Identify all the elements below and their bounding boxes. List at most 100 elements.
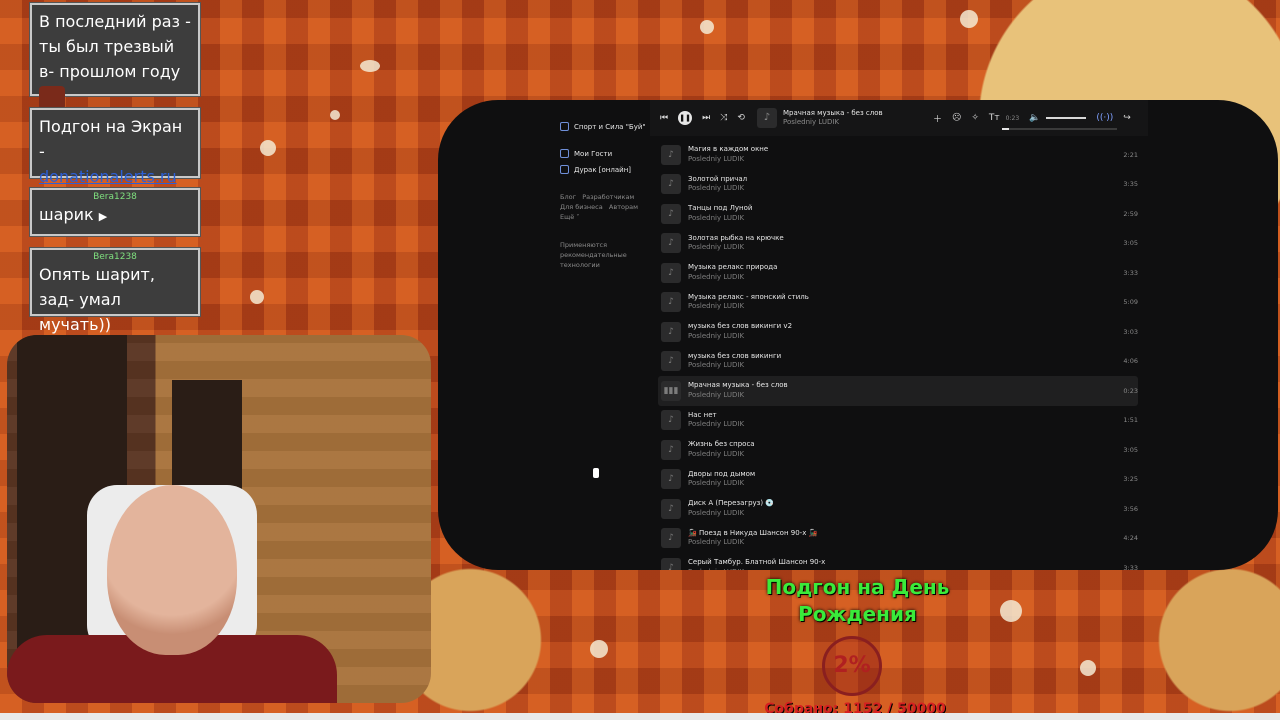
music-note-icon[interactable]: ♪ [661, 557, 681, 570]
track-info: Танцы под Луной Posledniy LUDIK [688, 204, 752, 223]
share-icon[interactable]: ↪ [1123, 113, 1131, 123]
track-title: музыка без слов викинги v2 [688, 322, 793, 331]
volume-slider[interactable] [1046, 117, 1087, 119]
track-row[interactable]: ♪ Серый Тамбур. Блатной Шансон 90-хPosled… [658, 553, 1138, 570]
track-artist: Posledniy LUDIK [688, 508, 745, 517]
track-row[interactable]: ♪ Танцы под Луной Posledniy LUDIK 2:59 [658, 199, 1138, 229]
track-row[interactable]: ♪ Дворы под дымом Posledniy LUDIK 3:25 [658, 465, 1138, 495]
chat-text: В последний раз - ты был трезвый в- прош… [39, 12, 191, 81]
sidebar: Спорт и Сила "Буй" Мои Гости Дурак [онла… [550, 100, 648, 570]
playing-bars-icon[interactable]: ▮▮▮ [661, 380, 681, 401]
music-note-icon[interactable]: ♪ [661, 144, 681, 165]
track-title: 🚂 Поезд в Никуда Шансон 90-х 🚂 [688, 528, 818, 537]
track-title: Жизнь без спроса [688, 440, 755, 449]
track-duration: 3:56 [1123, 504, 1138, 513]
chat-text: Опять шарит, зад- умал мучать)) [39, 265, 155, 334]
music-note-icon[interactable]: ♪ [661, 528, 681, 549]
track-row[interactable]: ♪ музыка без слов викинги Posledniy LUDIK 4… [658, 347, 1138, 377]
music-note-icon[interactable]: ♪ [661, 439, 681, 460]
music-note-icon[interactable]: ♪ [661, 498, 681, 519]
track-title: Танцы под Луной [688, 204, 753, 213]
chat-text: Подгон на Экран - [39, 117, 183, 161]
track-row[interactable]: ♪ 🚂 Поезд в Никуда Шансон 90-х 🚂 Posledniy… [658, 524, 1138, 554]
donation-progress-ring: 2% [822, 636, 882, 696]
track-duration: 3:35 [1123, 180, 1138, 189]
track-row[interactable]: ♪ Музыка релакс - японский стиль Posledniy… [658, 288, 1138, 318]
track-title: Магия в каждом окне [688, 145, 769, 154]
track-artist: Posledniy LUDIK [688, 568, 825, 570]
track-artist: Posledniy LUDIK [688, 449, 745, 458]
sidebar-item-label: Спорт и Сила "Буй" [574, 122, 646, 131]
chat-message: В последний раз - ты был трезвый в- прош… [30, 3, 200, 110]
now-playing-info[interactable]: Мрачная музыка - без слов Posledniy LUDI… [783, 109, 903, 127]
add-icon[interactable]: ＋ [933, 112, 942, 125]
track-info: Магия в каждом окне Posledniy LUDIK [688, 145, 768, 164]
music-note-icon[interactable]: ♪ [661, 174, 681, 195]
donation-link[interactable]: donationalerts.ru [39, 167, 177, 186]
track-info: Диск А (Перезагруз) 💿 Posledniy LUDIK [688, 499, 774, 518]
track-row[interactable]: ♪ Музыка релакс природа Posledniy LUDIK 3:3… [658, 258, 1138, 288]
shuffle-icon[interactable]: ⤨ [720, 113, 727, 123]
track-artist: Posledniy LUDIK [688, 184, 745, 193]
music-note-icon[interactable]: ♪ [661, 292, 681, 313]
track-artist: Posledniy LUDIK [688, 390, 745, 399]
prev-track-icon[interactable]: ⏮ [660, 113, 668, 123]
track-row[interactable]: ♪ Магия в каждом окне Posledniy LUDIK 2:21 [658, 140, 1138, 170]
music-note-icon[interactable]: ♪ [661, 262, 681, 283]
track-duration: 4:06 [1123, 357, 1138, 366]
track-title: Музыка релакс - японский стиль [688, 292, 809, 301]
music-note-icon[interactable]: ♪ [661, 410, 681, 431]
music-note-icon[interactable]: ♪ [661, 233, 681, 254]
sidebar-item-label: Мои Гости [574, 149, 613, 158]
track-title: Музыка релакс природа [688, 263, 778, 272]
track-info: музыка без слов викинги Posledniy LUDIK [688, 352, 781, 371]
footer-link[interactable]: Авторам [609, 203, 638, 211]
chat-message: Подгон на Экран - donationalerts.ru [30, 108, 200, 186]
now-playing-artist: Posledniy LUDIK [782, 118, 840, 126]
chat-text: шарик [39, 205, 94, 224]
track-row[interactable]: ♪ Нас нет Posledniy LUDIK 1:51 [658, 406, 1138, 436]
next-track-icon[interactable]: ⏭ [702, 113, 710, 123]
track-row[interactable]: ♪ Золотой причал Posledniy LUDIK 3:35 [658, 170, 1138, 200]
sidebar-item-guests[interactable]: Мои Гости [560, 149, 612, 158]
track-info: Золотой причал Posledniy LUDIK [688, 175, 747, 194]
track-duration: 3:05 [1123, 445, 1138, 454]
music-note-icon[interactable]: ♪ [661, 203, 681, 224]
track-info: Мрачная музыка - без слов Posledniy LUDIK [688, 381, 788, 400]
mouse-cursor [593, 468, 599, 478]
music-note-icon[interactable]: ♪ [661, 321, 681, 342]
dislike-icon[interactable]: ☹ [952, 113, 961, 123]
track-artist: Posledniy LUDIK [688, 361, 745, 370]
footer-link[interactable]: Разработчикам [582, 193, 634, 201]
footer-link[interactable]: Для бизнеса [560, 203, 603, 211]
track-row[interactable]: ♪ Диск А (Перезагруз) 💿 Posledniy LUDIK 3:5… [658, 494, 1138, 524]
sidebar-item-community[interactable]: Спорт и Сила "Буй" [560, 122, 646, 131]
recommendation-note: Применяются рекомендательные технологии [560, 241, 627, 269]
track-duration: 3:25 [1123, 475, 1138, 484]
track-duration: 3:05 [1123, 239, 1138, 248]
broadcast-icon[interactable]: ((·)) [1096, 113, 1113, 123]
music-note-icon[interactable]: ♪ [661, 351, 681, 372]
footer-link[interactable]: Ещё [560, 213, 574, 221]
track-artist: Posledniy LUDIK [688, 243, 745, 252]
progress-bar[interactable] [1002, 128, 1117, 130]
track-info: Золотая рыбка на крючке Posledniy LUDIK [688, 234, 784, 253]
user-avatar-icon [39, 85, 65, 110]
music-note-icon[interactable]: ♪ [661, 469, 681, 490]
track-row[interactable]: ♪ музыка без слов викинги v2 Posledniy LUD… [658, 317, 1138, 347]
volume-icon[interactable]: 🔈 [1029, 113, 1040, 123]
track-duration: 5:09 [1123, 298, 1138, 307]
pause-button[interactable]: ❚❚ [678, 111, 693, 125]
track-duration: 2:21 [1123, 150, 1138, 159]
track-row[interactable]: ▮▮▮ Мрачная музыка - без слов Posledniy LU… [658, 376, 1138, 406]
track-artist: Posledniy LUDIK [688, 272, 745, 281]
repeat-icon[interactable]: ⟲ [737, 113, 745, 123]
lyrics-icon[interactable]: Tт [989, 113, 1000, 123]
footer-link[interactable]: Блог [560, 193, 576, 201]
sidebar-item-game[interactable]: Дурак [онлайн] [560, 165, 631, 174]
sparkle-icon[interactable]: ✧ [971, 113, 979, 123]
track-row[interactable]: ♪ Жизнь без спроса Posledniy LUDIK 3:05 [658, 435, 1138, 465]
track-info: Музыка релакс природа Posledniy LUDIK [688, 263, 777, 282]
track-artist: Posledniy LUDIK [688, 479, 745, 488]
track-row[interactable]: ♪ Золотая рыбка на крючке Posledniy LUDIK 3… [658, 229, 1138, 259]
